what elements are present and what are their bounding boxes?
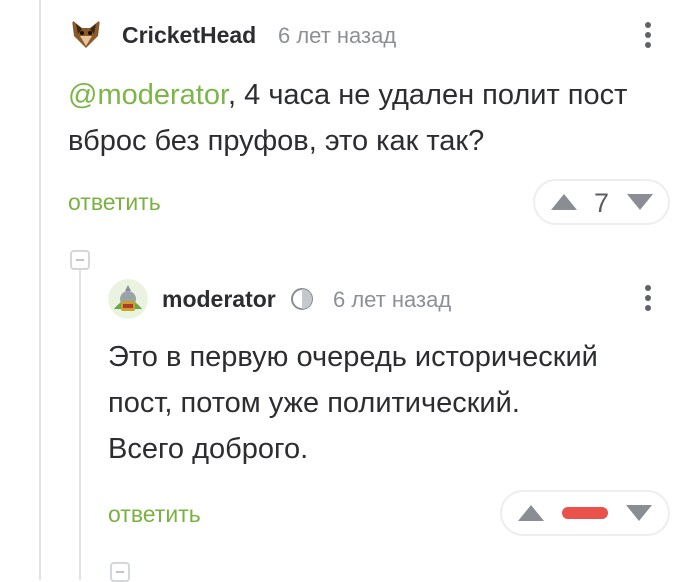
comment-text-line: , 4 часа не удален полит пост	[228, 79, 628, 111]
user-mention-link[interactable]: @moderator	[68, 79, 228, 111]
comment-time[interactable]: 6 лет назад	[333, 287, 451, 313]
comment-text-line: пост, потом уже политический.	[108, 387, 520, 419]
thread-line	[39, 0, 41, 580]
collapse-minus-icon[interactable]	[70, 250, 90, 270]
comment-body: @moderator, 4 часа не удален полит пост …	[68, 72, 688, 164]
negative-score-bar	[562, 507, 608, 519]
comment-time[interactable]: 6 лет назад	[278, 23, 396, 49]
moderator-badge-icon	[290, 287, 314, 311]
vote-control	[500, 490, 670, 536]
arrow-up-icon[interactable]	[518, 505, 544, 521]
reply-button[interactable]: ответить	[68, 189, 161, 216]
moderator-avatar-icon[interactable]	[108, 279, 148, 319]
comment-text-line: Это в первую очередь исторический	[108, 341, 598, 373]
reply-button[interactable]: ответить	[108, 501, 201, 528]
comment-body: Это в первую очередь исторический пост, …	[108, 334, 688, 472]
arrow-down-icon[interactable]	[626, 505, 652, 521]
comment-text-line: Всего доброго.	[108, 433, 309, 465]
collapse-minus-icon[interactable]	[110, 562, 130, 582]
reply-thread-line	[79, 270, 81, 580]
arrow-up-icon[interactable]	[551, 194, 577, 210]
comment-author[interactable]: moderator	[162, 286, 276, 313]
fox-avatar-icon[interactable]	[68, 16, 104, 52]
kebab-menu-icon[interactable]	[643, 285, 653, 317]
vote-control: 7	[533, 179, 670, 225]
comment-author[interactable]: CricketHead	[122, 22, 256, 49]
comment-score: 7	[594, 188, 610, 218]
kebab-menu-icon[interactable]	[643, 22, 653, 54]
comment-text-line: вброс без пруфов, это как так?	[68, 125, 485, 157]
arrow-down-icon[interactable]	[627, 194, 653, 210]
